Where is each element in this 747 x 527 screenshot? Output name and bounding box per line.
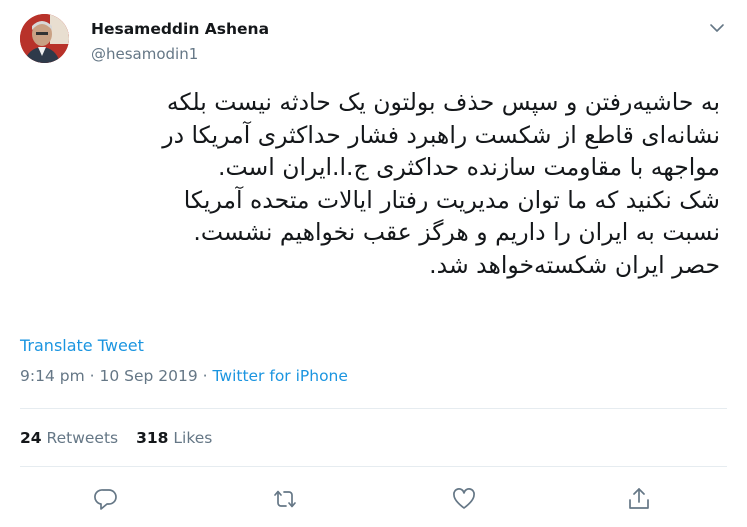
meta-separator: · bbox=[197, 367, 213, 385]
divider bbox=[20, 408, 727, 409]
likes-stat[interactable]: 318 Likes bbox=[136, 429, 212, 447]
heart-icon[interactable] bbox=[451, 486, 477, 512]
tweet-line: نشانه‌ای قاطع از شکست راهبرد فشار حداکثر… bbox=[162, 120, 720, 149]
tweet-line: حصر ایران شکسته‌خواهد شد. bbox=[429, 250, 720, 279]
retweets-count: 24 bbox=[20, 429, 42, 447]
tweet-line: به حاشیه‌رفتن و سپس حذف بولتون یک حادثه … bbox=[166, 88, 720, 116]
likes-label: Likes bbox=[173, 429, 213, 447]
translate-tweet-link[interactable]: Translate Tweet bbox=[20, 336, 144, 355]
likes-count: 318 bbox=[136, 429, 169, 447]
reply-icon[interactable] bbox=[93, 486, 119, 512]
tweet-date[interactable]: 10 Sep 2019 bbox=[99, 367, 197, 385]
avatar[interactable] bbox=[20, 14, 69, 63]
tweet-text: به حاشیه‌رفتن و سپس حذف بولتون یک حادثه … bbox=[20, 86, 720, 281]
meta-separator: · bbox=[84, 367, 100, 385]
author-handle[interactable]: @hesamodin1 bbox=[91, 45, 198, 63]
tweet-stats: 24 Retweets 318 Likes bbox=[20, 429, 212, 447]
tweet-line: نسبت به ایران را داریم و هرگز عقب نخواهی… bbox=[193, 218, 720, 246]
author-name[interactable]: Hesameddin Ashena bbox=[91, 20, 269, 38]
retweets-stat[interactable]: 24 Retweets bbox=[20, 429, 118, 447]
tweet-time[interactable]: 9:14 pm bbox=[20, 367, 85, 385]
divider bbox=[20, 466, 727, 467]
tweet-card: Hesameddin Ashena @hesamodin1 به حاشیه‌ر… bbox=[0, 0, 747, 527]
retweet-icon[interactable] bbox=[272, 486, 298, 512]
tweet-meta: 9:14 pm · 10 Sep 2019 · Twitter for iPho… bbox=[20, 367, 348, 385]
tweet-line: شک نکنید که ما توان مدیریت رفتار ایالات … bbox=[183, 185, 720, 214]
tweet-source-link[interactable]: Twitter for iPhone bbox=[212, 367, 347, 385]
retweets-label: Retweets bbox=[46, 429, 119, 447]
chevron-down-icon[interactable] bbox=[709, 20, 725, 36]
tweet-line: مواجهه با مقاومت سازنده حداکثری ج.ا.ایرا… bbox=[217, 153, 720, 181]
share-icon[interactable] bbox=[626, 486, 652, 512]
